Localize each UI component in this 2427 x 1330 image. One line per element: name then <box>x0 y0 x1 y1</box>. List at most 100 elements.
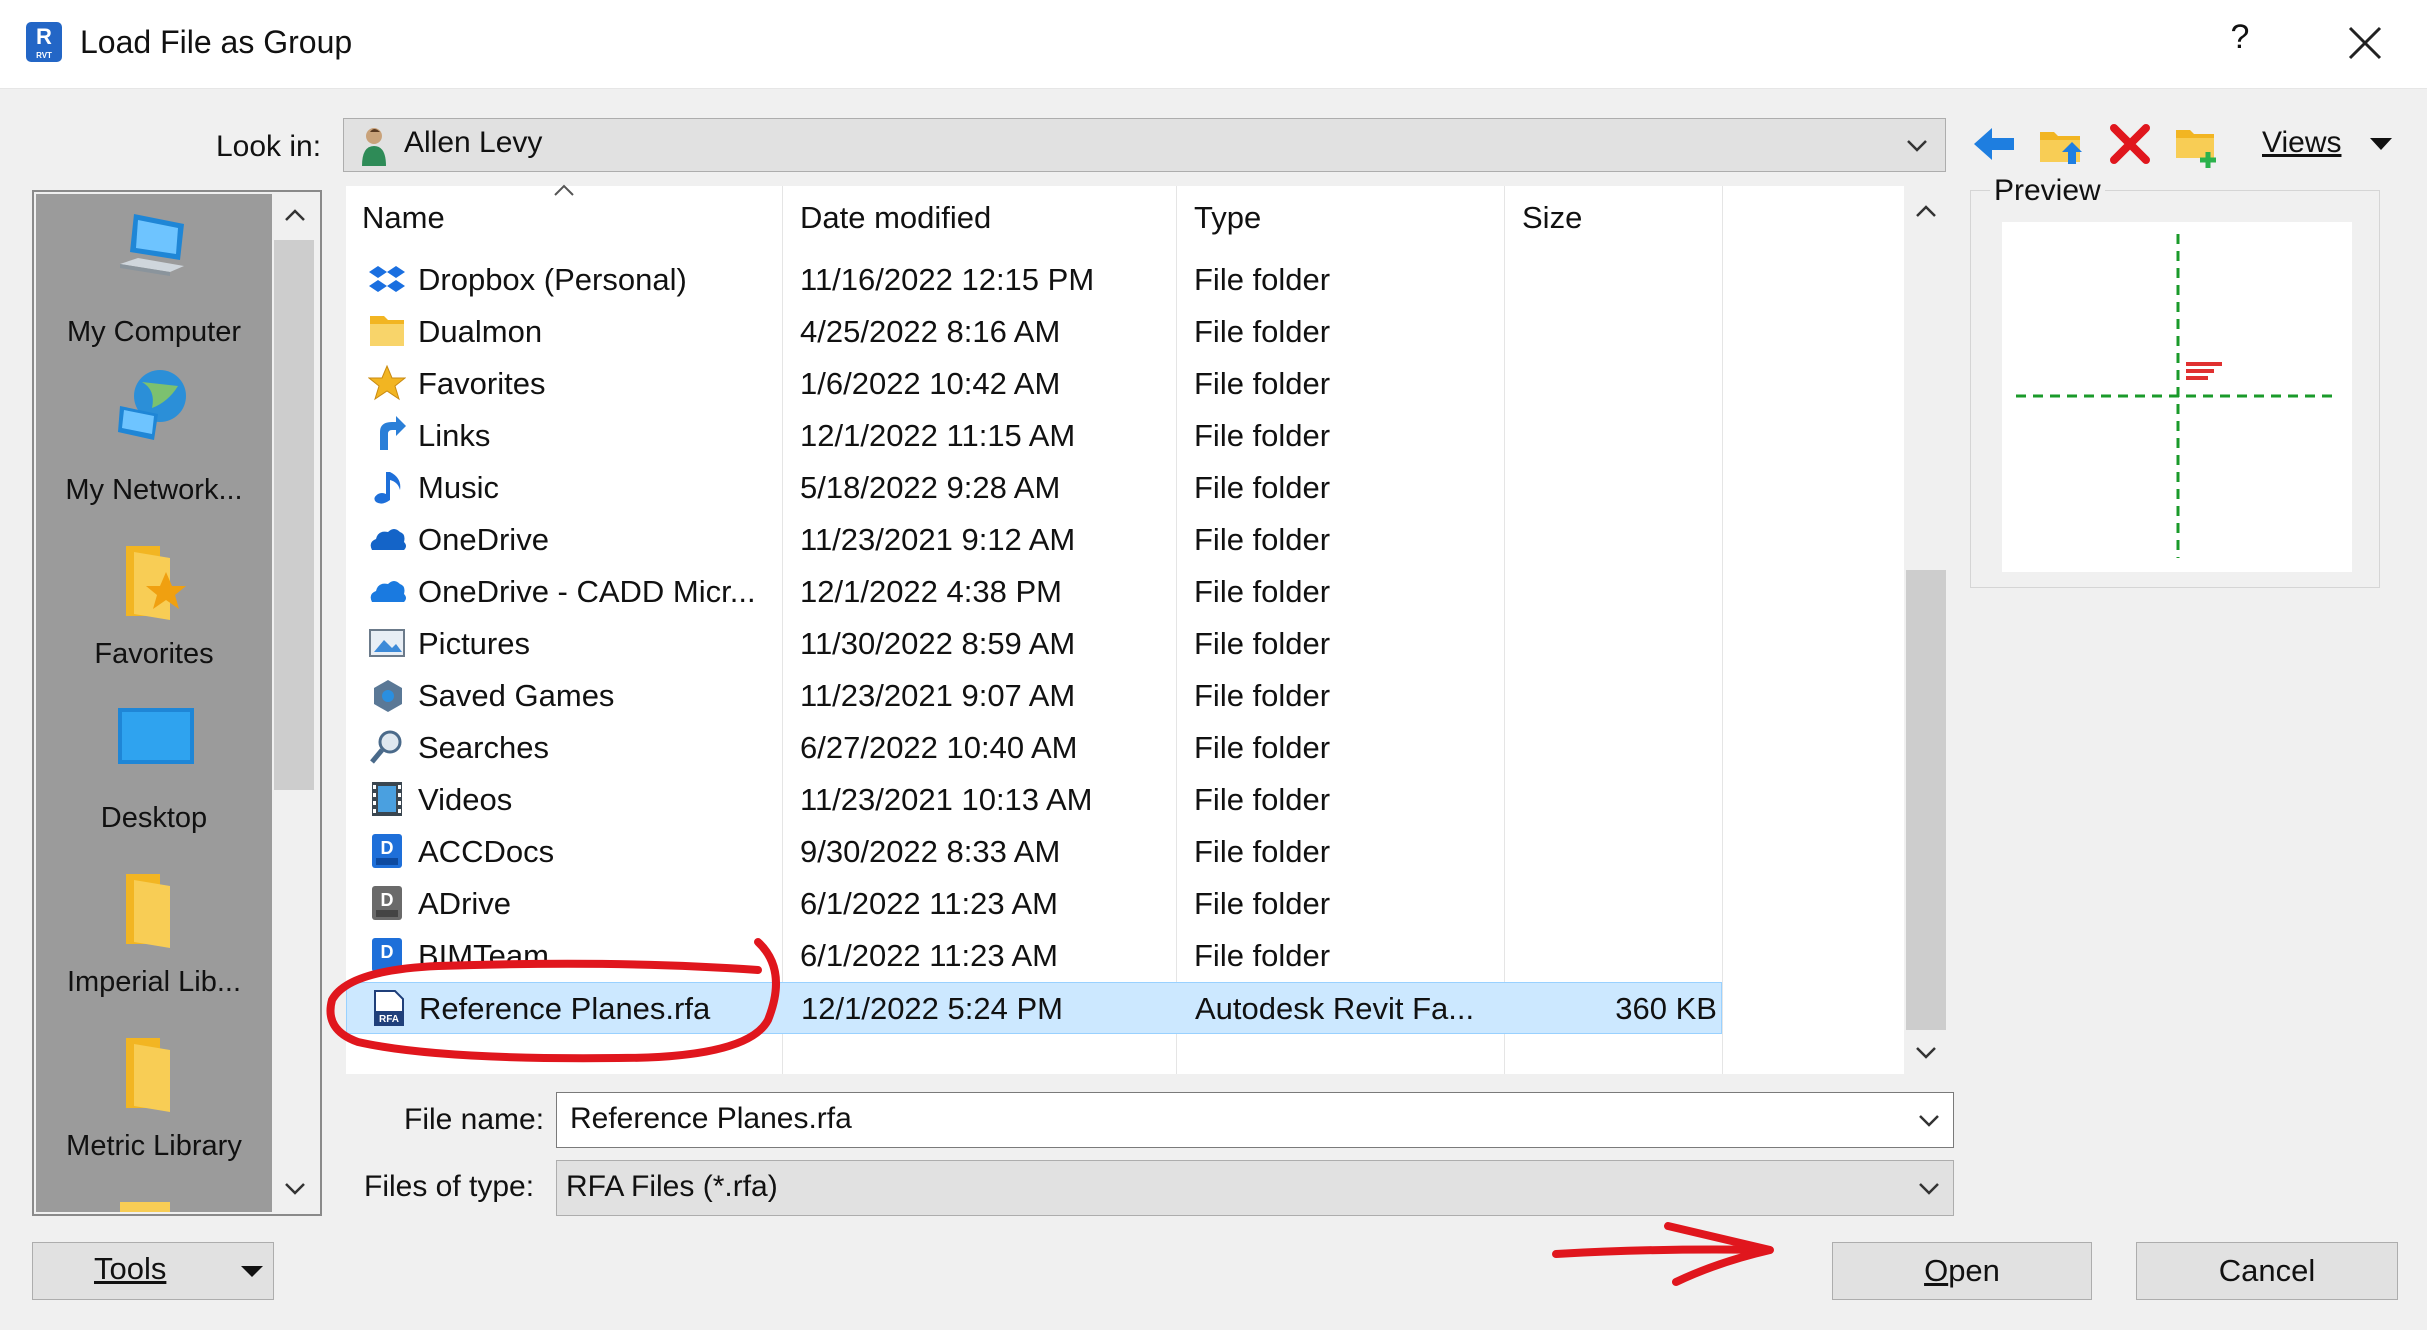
date-modified-cell: 11/23/2021 10:13 AM <box>800 782 1093 817</box>
chevron-down-icon[interactable] <box>1914 1176 1944 1200</box>
place-label: Favorites <box>94 638 214 670</box>
annotation-arrow <box>1552 1222 1774 1286</box>
column-header-name[interactable]: Name <box>362 200 445 236</box>
file-row[interactable]: OneDrive - CADD Micr... 12/1/2022 4:38 PM… <box>346 566 1722 618</box>
sort-ascending-icon <box>554 184 574 196</box>
file-type-cell: File folder <box>1194 314 1331 349</box>
column-header-size[interactable]: Size <box>1522 200 1582 236</box>
star-icon <box>368 364 406 401</box>
file-name-cell: Pictures <box>418 626 530 661</box>
file-row[interactable]: Links 12/1/2022 11:15 AM File folder <box>346 410 1722 462</box>
chevron-down-icon[interactable] <box>1902 130 1932 160</box>
file-row[interactable]: D ACCDocs 9/30/2022 8:33 AM File folder <box>346 826 1722 878</box>
look-in-label: Look in: <box>216 130 322 163</box>
date-modified-cell: 11/16/2022 12:15 PM <box>800 262 1095 297</box>
file-type-cell: File folder <box>1194 366 1331 401</box>
file-list-scroll-thumb[interactable] <box>1906 570 1946 1030</box>
column-header-date[interactable]: Date modified <box>800 200 991 236</box>
file-type-cell: File folder <box>1194 834 1331 869</box>
file-name-cell: Searches <box>418 730 549 765</box>
file-name-cell: OneDrive <box>418 522 549 557</box>
new-folder-icon[interactable] <box>2172 118 2224 170</box>
place-label: Imperial Lib... <box>66 966 242 998</box>
delete-icon[interactable] <box>2104 118 2156 170</box>
up-one-level-icon[interactable] <box>2036 118 2088 170</box>
help-button[interactable]: ? <box>2218 18 2262 66</box>
file-name-label: File name: <box>404 1103 545 1136</box>
file-name-value[interactable]: Reference Planes.rfa <box>570 1102 852 1136</box>
folder-icon <box>126 874 170 948</box>
file-row[interactable]: OneDrive 11/23/2021 9:12 AM File folder <box>346 514 1722 566</box>
views-button[interactable]: Views <box>2262 126 2341 160</box>
favorites-folder-icon <box>126 546 186 620</box>
date-modified-cell: 11/23/2021 9:12 AM <box>800 522 1076 557</box>
place-desktop[interactable]: Desktop <box>36 692 272 856</box>
close-icon <box>2348 26 2382 60</box>
files-of-type-label: Files of type: <box>364 1170 535 1203</box>
views-dropdown-arrow-icon[interactable] <box>2366 132 2396 156</box>
file-name-cell: Favorites <box>418 366 546 401</box>
place-label: My Network... <box>65 474 243 506</box>
file-row[interactable]: Music 5/18/2022 9:28 AM File folder <box>346 462 1722 514</box>
folder-icon <box>126 1038 170 1112</box>
files-of-type-value: RFA Files (*.rfa) <box>566 1170 778 1203</box>
column-header-type[interactable]: Type <box>1194 200 1261 236</box>
reference-planes-preview <box>2016 234 2338 558</box>
tools-label: Tools <box>94 1251 167 1286</box>
date-modified-cell: 9/30/2022 8:33 AM <box>800 834 1061 869</box>
date-modified-cell: 12/1/2022 5:24 PM <box>801 991 1063 1026</box>
place-my-network[interactable]: My Network... <box>36 364 272 528</box>
file-type-cell: File folder <box>1194 782 1331 817</box>
file-name-cell: Saved Games <box>418 678 615 713</box>
scroll-down-icon[interactable] <box>1911 1040 1941 1064</box>
place-metric-library[interactable]: Metric Library <box>36 1020 272 1184</box>
onedrive-cloud-icon <box>370 529 406 550</box>
file-row[interactable]: Dropbox (Personal) 11/16/2022 12:15 PM Fil… <box>346 254 1722 306</box>
look-in-dropdown[interactable] <box>343 118 1946 172</box>
tools-dropdown-arrow-icon[interactable] <box>238 1260 266 1282</box>
file-name-cell: ACCDocs <box>418 834 555 869</box>
file-type-cell: File folder <box>1194 418 1331 453</box>
accdocs-drive-icon: D <box>372 834 402 868</box>
dialog-title: Load File as Group <box>80 24 353 60</box>
chevron-down-icon[interactable] <box>1914 1108 1944 1132</box>
open-button[interactable]: Open <box>1832 1242 2092 1300</box>
file-row[interactable]: Dualmon 4/25/2022 8:16 AM File folder <box>346 306 1722 358</box>
file-row[interactable]: Favorites 1/6/2022 10:42 AM File folder <box>346 358 1722 410</box>
place-favorites[interactable]: Favorites <box>36 528 272 692</box>
date-modified-cell: 5/18/2022 9:28 AM <box>800 470 1061 505</box>
date-modified-cell: 6/1/2022 11:23 AM <box>800 938 1058 973</box>
title-bar <box>0 0 2427 89</box>
preview-label: Preview <box>1990 174 2105 208</box>
file-type-cell: File folder <box>1194 574 1331 609</box>
file-name-cell: Videos <box>418 782 513 817</box>
file-name-cell: Links <box>418 418 491 453</box>
file-row[interactable]: Searches 6/27/2022 10:40 AM File folder <box>346 722 1722 774</box>
file-row[interactable]: D ADrive 6/1/2022 11:23 AM File folder <box>346 878 1722 930</box>
scroll-down-icon[interactable] <box>280 1176 310 1200</box>
place-imperial-library[interactable]: Imperial Lib... <box>36 856 272 1020</box>
places-list: My Computer My Network... Favorites Desk… <box>36 194 272 1212</box>
file-row[interactable]: Pictures 11/30/2022 8:59 AM File folder <box>346 618 1722 670</box>
places-scroll-thumb[interactable] <box>274 240 314 790</box>
file-size-cell: 360 KB <box>1615 991 1717 1026</box>
place-my-computer[interactable]: My Computer <box>36 198 272 362</box>
file-name-cell: Music <box>418 470 499 505</box>
file-name-cell: OneDrive - CADD Micr... <box>418 574 756 609</box>
file-type-cell: File folder <box>1194 886 1331 921</box>
adrive-icon: D <box>372 886 402 920</box>
scroll-up-icon[interactable] <box>1911 200 1941 224</box>
onedrive-business-icon <box>370 581 406 602</box>
music-note-icon <box>374 472 401 504</box>
svg-text:D: D <box>381 838 394 858</box>
folder-icon <box>370 316 404 346</box>
file-type-cell: File folder <box>1194 678 1331 713</box>
scroll-up-icon[interactable] <box>280 204 310 228</box>
file-type-cell: File folder <box>1194 470 1331 505</box>
cancel-button[interactable]: Cancel <box>2136 1242 2398 1300</box>
file-row[interactable]: Videos 11/23/2021 10:13 AM File folder <box>346 774 1722 826</box>
close-button[interactable] <box>2340 14 2390 70</box>
file-name-cell: ADrive <box>418 886 512 921</box>
back-arrow-icon[interactable] <box>1968 118 2020 170</box>
file-row[interactable]: Saved Games 11/23/2021 9:07 AM File folder <box>346 670 1722 722</box>
